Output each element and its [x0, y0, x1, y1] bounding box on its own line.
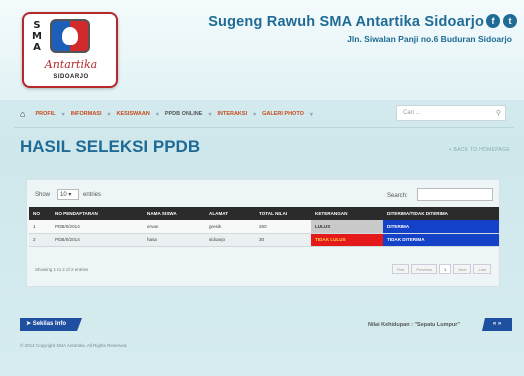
results-panel: Show 10 ▾ entries Search: NO NO PENDAFTA… [26, 179, 500, 287]
column-header[interactable]: KETERANGAN [311, 207, 383, 220]
sekilas-info-button[interactable]: ➤ Sekilas Info [20, 318, 82, 331]
nav-divider [14, 127, 514, 128]
back-to-homepage-link[interactable]: « BACK TO HOMEPAGE [449, 147, 510, 153]
decision-badge: DITERIMA [383, 220, 499, 234]
pager-next[interactable]: Next [453, 264, 472, 274]
nav-label: PROFIL [35, 111, 56, 117]
nav-item-informasi[interactable]: INFORMASI ▾ [71, 111, 111, 118]
nav-label: INTERAKSI [217, 111, 248, 117]
home-icon[interactable]: ⌂ [20, 109, 25, 119]
cell-student-name: hasa [143, 233, 205, 247]
school-logo[interactable]: SMA Antartika SIDOARJO [22, 12, 118, 88]
cell-registration-no: PDB/0/2014 [51, 233, 143, 247]
column-header[interactable]: NO [29, 207, 51, 220]
logo-emblem [50, 19, 90, 53]
column-header[interactable]: ALAMAT [205, 207, 255, 220]
pager-previous[interactable]: Previous [411, 264, 437, 274]
site-address: Jln. Siwalan Panji no.6 Buduran Sidoarjo [347, 34, 512, 44]
cell-address: gresik [205, 220, 255, 234]
column-header[interactable]: DITERIMA/TIDAK DITERIMA [383, 207, 499, 220]
logo-letters: SMA [32, 20, 42, 53]
status-badge: LULUS [311, 220, 383, 234]
table-search-label: Search: [387, 193, 408, 199]
site-header: SMA Antartika SIDOARJO Sugeng Rawuh SMA … [0, 0, 524, 100]
sekilas-info-label: Sekilas Info [32, 321, 67, 327]
nav-label: PPDB ONLINE [164, 111, 203, 117]
motto-text: Nilai Kehidupan : "Sepatu Lumpur" [368, 322, 460, 328]
cell-total-score: 260 [255, 220, 311, 234]
status-badge: TIDAK LULUS [311, 233, 383, 247]
search-placeholder: Cari ... [403, 110, 421, 116]
cell-no: 2 [29, 233, 51, 247]
column-header[interactable]: TOTAL NILAI [255, 207, 311, 220]
results-table: NO NO PENDAFTARAN NAMA SISWA ALAMAT TOTA… [29, 207, 499, 247]
cell-registration-no: PDB/0/2014 [51, 220, 143, 234]
site-title: Sugeng Rawuh SMA Antartika Sidoarjo [208, 14, 484, 30]
nav-item-interaksi[interactable]: INTERAKSI ▾ [217, 111, 256, 118]
table-header-row: NO NO PENDAFTARAN NAMA SISWA ALAMAT TOTA… [29, 207, 499, 220]
pager-page-1[interactable]: 1 [438, 264, 452, 274]
showing-entries-text: Showing 1 to 2 of 2 entries [35, 267, 89, 272]
pagination: First Previous 1 Next Last [391, 264, 491, 274]
entries-select[interactable]: 10 ▾ [57, 189, 79, 200]
cell-no: 1 [29, 220, 51, 234]
cell-total-score: 30 [255, 233, 311, 247]
cell-student-name: ervan [143, 220, 205, 234]
pager-last[interactable]: Last [473, 264, 491, 274]
twitter-icon[interactable]: t [503, 14, 517, 28]
column-header[interactable]: NO PENDAFTARAN [51, 207, 143, 220]
entries-label: entries [83, 192, 102, 198]
show-label: Show [35, 192, 51, 198]
nav-item-profil[interactable]: PROFIL ▾ [35, 111, 64, 118]
motto-nav-button[interactable]: « » [482, 318, 512, 331]
nav-label: KESISWAAN [116, 111, 150, 117]
table-row: 2 PDB/0/2014 hasa sidoarjo 30 TIDAK LULU… [29, 233, 499, 247]
nav-item-galeri-photo[interactable]: GALERI PHOTO ▾ [262, 111, 313, 118]
nav-label: GALERI PHOTO [262, 111, 304, 117]
page-title: HASIL SELEKSI PPDB [20, 137, 201, 156]
column-header[interactable]: NAMA SISWA [143, 207, 205, 220]
nav-search-input[interactable]: Cari ... ⚲ [396, 105, 506, 121]
entries-value: 10 [60, 192, 67, 198]
table-row: 1 PDB/0/2014 ervan gresik 260 LULUS DITE… [29, 220, 499, 234]
table-search-input[interactable] [417, 188, 493, 201]
facebook-icon[interactable]: f [486, 14, 500, 28]
logo-city: SIDOARJO [53, 74, 89, 80]
cell-address: sidoarjo [205, 233, 255, 247]
nav-label: INFORMASI [70, 111, 102, 117]
pager-first[interactable]: First [391, 264, 410, 274]
decision-badge: TIDAK DITERIMA [383, 233, 499, 247]
nav-item-kesiswaan[interactable]: KESISWAAN ▾ [117, 111, 159, 118]
copyright-text: © 2014 Copyright SMA Antartika. All Righ… [20, 343, 128, 348]
search-icon[interactable]: ⚲ [496, 109, 501, 117]
logo-script: Antartika [44, 58, 98, 71]
main-nav: ⌂ PROFIL ▾ INFORMASI ▾ KESISWAAN ▾ PPDB ONL… [14, 103, 514, 125]
nav-item-ppdb-online[interactable]: PPDB ONLINE ▾ [165, 111, 212, 118]
